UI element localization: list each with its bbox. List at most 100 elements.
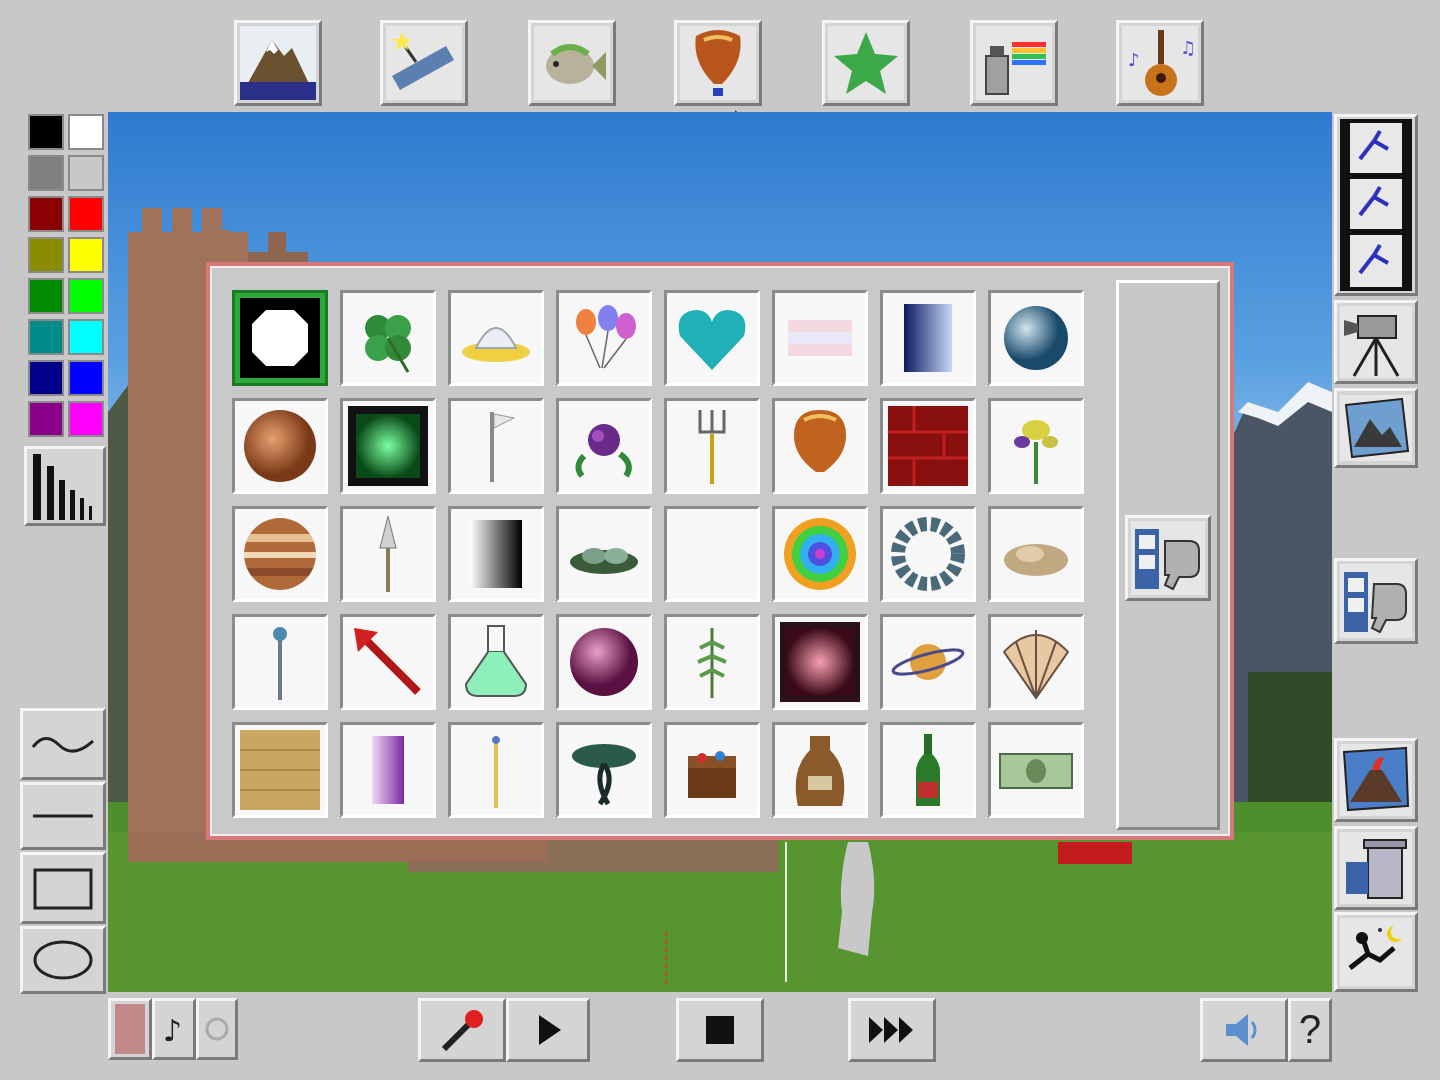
color-swatch[interactable] <box>68 360 104 396</box>
stamp-cell-magenta-sphere[interactable] <box>556 614 652 710</box>
potion-flask-icon <box>464 625 528 697</box>
guitar-music-icon[interactable]: ♪ ♫ <box>1116 20 1204 106</box>
thumbs-down-filmstrip-icon[interactable] <box>1334 558 1418 644</box>
four-leaf-clover-icon <box>365 315 411 373</box>
mountain-icon[interactable] <box>234 20 322 106</box>
color-swatch[interactable] <box>28 319 64 355</box>
stamp-cell-spear-tip[interactable] <box>340 506 436 602</box>
stamp-cell-papyrus-texture[interactable] <box>232 722 328 818</box>
stamp-cell-match-stick[interactable] <box>448 722 544 818</box>
trash-recycle-icon[interactable] <box>1334 826 1418 910</box>
stamp-cell-jupiter-planet[interactable] <box>232 506 328 602</box>
stamp-cell-green-glow-square[interactable] <box>340 398 436 494</box>
stamp-cell-four-leaf-clover[interactable] <box>340 290 436 386</box>
stamp-cell-bush-shrub[interactable] <box>556 506 652 602</box>
color-swatch[interactable] <box>68 319 104 355</box>
color-swatch[interactable] <box>28 196 64 232</box>
record-microphone-button[interactable] <box>418 998 506 1062</box>
star-icon[interactable] <box>822 20 910 106</box>
wine-bottle-icon <box>916 734 940 806</box>
stamp-cell-crescent-moon[interactable] <box>664 506 760 602</box>
sound-off-button[interactable] <box>196 998 238 1060</box>
thumbs-down-filmstrip-icon[interactable] <box>1125 515 1211 601</box>
pink-glow-square-icon <box>780 622 860 702</box>
freehand-line-tool[interactable] <box>20 708 106 780</box>
music-note-button[interactable]: ♪ <box>152 998 196 1060</box>
picture-frame-icon[interactable] <box>1334 388 1418 468</box>
animation-filmstrip-icon[interactable] <box>1334 114 1418 296</box>
color-swatch[interactable] <box>28 360 64 396</box>
color-swatch[interactable] <box>68 237 104 273</box>
speaker-volume-button[interactable] <box>1200 998 1288 1062</box>
color-swatch[interactable] <box>68 401 104 437</box>
stamp-cell-octagon-frame[interactable] <box>232 290 328 386</box>
teal-heart-icon <box>678 310 746 370</box>
stamp-cell-seashell[interactable] <box>988 614 1084 710</box>
movie-camera-icon[interactable] <box>1334 300 1418 384</box>
stamp-cell-red-arrow[interactable] <box>340 614 436 710</box>
stamp-cell-dollar-bill[interactable] <box>988 722 1084 818</box>
stamp-cell-rainbow-target[interactable] <box>772 506 868 602</box>
stamp-cell-saturn-planet[interactable] <box>880 614 976 710</box>
volcano-picture-icon[interactable] <box>1334 738 1418 822</box>
straight-line-tool[interactable] <box>20 782 106 850</box>
cake-slice-icon <box>788 320 852 356</box>
color-swatch[interactable] <box>68 196 104 232</box>
stamp-cell-wine-bottle[interactable] <box>880 722 976 818</box>
ellipse-tool[interactable] <box>20 926 106 994</box>
color-swatch[interactable] <box>68 155 104 191</box>
color-swatch[interactable] <box>28 278 64 314</box>
stamp-cell-clay-vase[interactable] <box>772 722 868 818</box>
black-gradient-bar-icon <box>470 520 522 588</box>
stamp-cell-blue-sphere[interactable] <box>988 290 1084 386</box>
color-swatch[interactable] <box>28 237 64 273</box>
stamp-cell-stone-rock[interactable] <box>988 506 1084 602</box>
red-arrow-icon <box>354 628 421 695</box>
color-swatch[interactable] <box>68 114 104 150</box>
stamp-cell-fern-leaf[interactable] <box>664 614 760 710</box>
crescent-moon-icon <box>684 518 724 591</box>
help-button[interactable]: ? <box>1288 998 1332 1062</box>
stamp-cell-pin-stick[interactable] <box>232 614 328 710</box>
ufo-dome-icon <box>462 327 530 362</box>
color-swatch[interactable] <box>68 278 104 314</box>
hot-air-balloon-icon[interactable] <box>674 20 762 106</box>
flag-pole-icon <box>490 412 516 482</box>
stamp-cell-purple-flower[interactable] <box>556 398 652 494</box>
hot-air-balloon-icon <box>794 410 846 472</box>
stop-button[interactable] <box>676 998 764 1062</box>
copper-coin-icon <box>244 410 316 482</box>
stamp-cell-bonsai-tree[interactable] <box>556 722 652 818</box>
stamp-cell-black-gradient-bar[interactable] <box>448 506 544 602</box>
stamp-cell-cake-slice[interactable] <box>772 290 868 386</box>
stamp-cell-balloons[interactable] <box>556 290 652 386</box>
stamp-cell-copper-coin[interactable] <box>232 398 328 494</box>
match-stick-icon <box>492 736 500 808</box>
play-button[interactable] <box>506 998 590 1062</box>
fish-icon[interactable] <box>528 20 616 106</box>
color-swatch[interactable] <box>28 155 64 191</box>
stamp-cell-blue-gradient-bar[interactable] <box>880 290 976 386</box>
stamp-cell-treasure-chest[interactable] <box>664 722 760 818</box>
stamp-cell-pitchfork[interactable] <box>664 398 760 494</box>
stamp-cell-violet-gradient-bar[interactable] <box>340 722 436 818</box>
stamp-cell-gear-wreath[interactable] <box>880 506 976 602</box>
stamp-cell-potion-flask[interactable] <box>448 614 544 710</box>
brush-size-selector[interactable] <box>24 446 106 526</box>
stamp-cell-iris-flower[interactable] <box>988 398 1084 494</box>
color-swatch[interactable] <box>28 401 64 437</box>
stamp-cell-pink-glow-square[interactable] <box>772 614 868 710</box>
fast-forward-button[interactable] <box>848 998 936 1062</box>
stamp-cell-teal-heart[interactable] <box>664 290 760 386</box>
treasure-chest-icon <box>688 751 736 798</box>
rectangle-tool[interactable] <box>20 852 106 924</box>
color-swatch[interactable] <box>28 114 64 150</box>
stamp-cell-flag-pole[interactable] <box>448 398 544 494</box>
current-color-indicator[interactable] <box>108 998 152 1060</box>
stamp-cell-red-brick-square[interactable] <box>880 398 976 494</box>
diver-night-icon[interactable] <box>1334 912 1418 992</box>
film-wand-icon[interactable] <box>380 20 468 106</box>
stamp-cell-hot-air-balloon[interactable] <box>772 398 868 494</box>
stamp-cell-ufo-dome[interactable] <box>448 290 544 386</box>
spray-can-icon[interactable] <box>970 20 1058 106</box>
